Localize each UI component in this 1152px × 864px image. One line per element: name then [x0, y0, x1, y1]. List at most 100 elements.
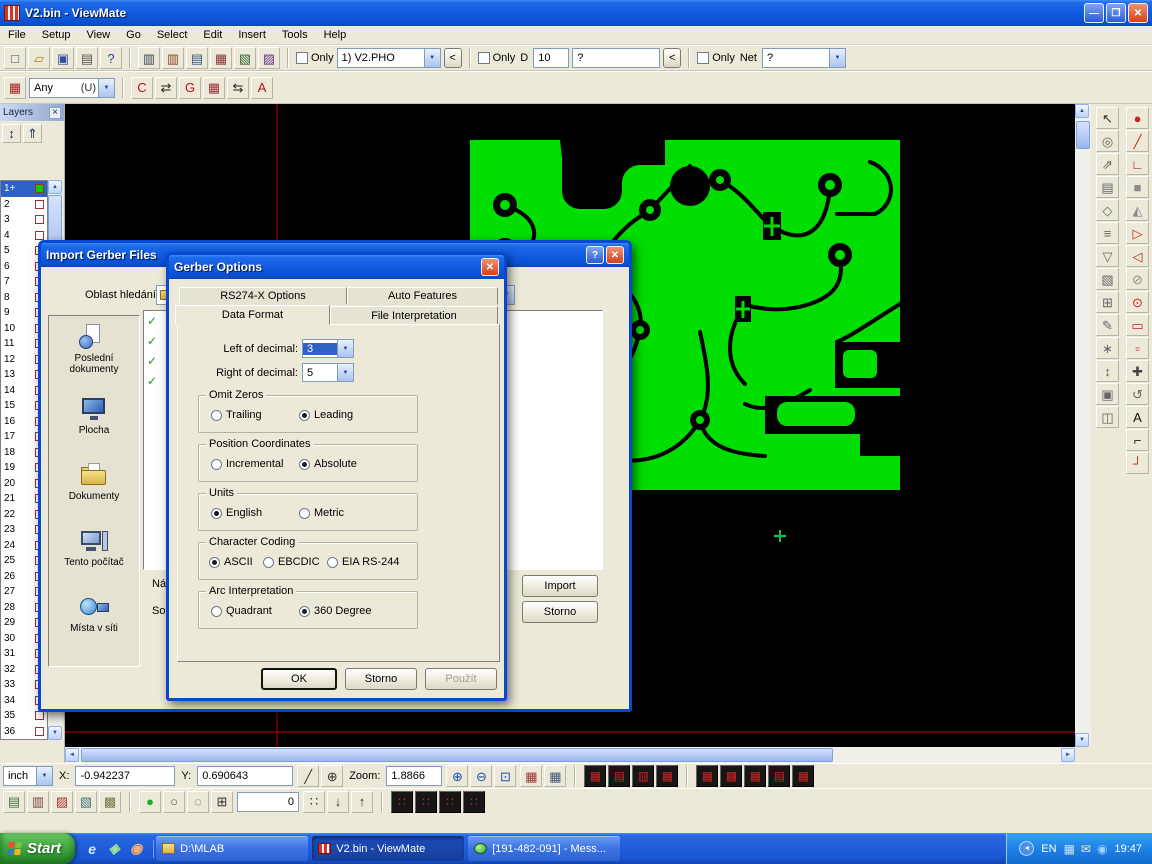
chevron-down-icon[interactable]: ▼	[98, 79, 114, 97]
toolbar-button[interactable]: ▣	[52, 47, 74, 69]
chevron-down-icon[interactable]: ▼	[337, 340, 353, 357]
toolbar-button[interactable]: ∷	[463, 791, 485, 813]
radio-trailing[interactable]: Trailing	[211, 409, 262, 421]
tab-rs274x-options[interactable]: RS274-X Options	[179, 287, 347, 305]
toolbar-button[interactable]: ▤	[608, 765, 630, 787]
canvas-vertical-scrollbar[interactable]: ▲ ▼	[1075, 104, 1091, 747]
selection-filter-button[interactable]: ▦	[4, 77, 26, 99]
toolbar-button[interactable]: ▭	[1126, 314, 1149, 336]
scroll-down-icon[interactable]: ▼	[1075, 733, 1089, 747]
toolbar-button[interactable]: ▦	[210, 47, 232, 69]
toolbar-button[interactable]: ╱	[1126, 130, 1149, 152]
toolbar-button[interactable]: ▨	[258, 47, 280, 69]
tray-icon[interactable]: ◉	[1097, 843, 1107, 855]
place-desktop[interactable]: Plocha	[49, 382, 139, 448]
layer-row[interactable]: 2	[1, 197, 47, 213]
radio-ebcdic[interactable]: EBCDIC	[263, 556, 320, 568]
start-button[interactable]: Start	[0, 833, 75, 864]
toolbar-button[interactable]: □	[4, 47, 26, 69]
radio-ascii[interactable]: ASCII	[209, 556, 253, 568]
toolbar-button[interactable]: ▥	[138, 47, 160, 69]
only-layer-checkbox[interactable]: Only	[296, 52, 334, 64]
tray-icon[interactable]: ✉	[1081, 843, 1091, 855]
toolbar-button[interactable]: ▦	[203, 77, 225, 99]
toolbar-button[interactable]: ◁	[1126, 245, 1149, 267]
radio-icon[interactable]	[209, 557, 220, 568]
canvas-horizontal-scrollbar[interactable]: ◄ ►	[65, 747, 1075, 763]
menu-item[interactable]: File	[0, 27, 34, 43]
scroll-up-icon[interactable]: ▲	[1075, 104, 1089, 118]
prev-dcode-button[interactable]: <	[663, 48, 681, 68]
layer-color-swatch[interactable]	[35, 215, 44, 224]
toolbar-button[interactable]: ▧	[75, 791, 97, 813]
radio-eia-rs244[interactable]: EIA RS-244	[327, 556, 399, 568]
net-combo[interactable]: ? ▼	[762, 48, 846, 68]
toolbar-button[interactable]: ●	[139, 791, 161, 813]
toolbar-button[interactable]: ⌐	[1126, 429, 1149, 451]
scroll-thumb[interactable]	[81, 748, 833, 762]
layer-row[interactable]: 1+	[1, 181, 47, 197]
toolbar-button[interactable]: ■	[1126, 176, 1149, 198]
y-coordinate-field[interactable]: 0.690643	[197, 766, 293, 786]
tab-data-format[interactable]: Data Format	[175, 305, 330, 325]
toolbar-button[interactable]: ▩	[720, 765, 742, 787]
menu-item[interactable]: Insert	[230, 27, 274, 43]
toolbar-button[interactable]: ▤	[1096, 176, 1119, 198]
prev-layer-button[interactable]: <	[444, 48, 462, 68]
radio-metric[interactable]: Metric	[299, 507, 344, 519]
toolbar-button[interactable]: ∟	[1126, 153, 1149, 175]
toolbar-button[interactable]: ▤	[3, 791, 25, 813]
chevron-down-icon[interactable]: ▼	[337, 364, 353, 381]
checkbox-icon[interactable]	[478, 52, 490, 64]
toolbar-button[interactable]: A	[251, 77, 273, 99]
dcode-query-field[interactable]: ?	[572, 48, 660, 68]
radio-icon[interactable]	[299, 410, 310, 421]
toolbar-button[interactable]: ≡	[1096, 222, 1119, 244]
radio-english[interactable]: English	[211, 507, 262, 519]
toolbar-button[interactable]: ▦	[584, 765, 606, 787]
toolbar-button[interactable]: ∗	[1096, 337, 1119, 359]
chevron-down-icon[interactable]: ▼	[36, 767, 52, 785]
chevron-down-icon[interactable]: ▼	[829, 49, 845, 67]
toolbar-button[interactable]: ◌	[187, 791, 209, 813]
toolbar-button[interactable]: ⇑	[23, 124, 42, 143]
toolbar-button[interactable]: ∷	[391, 791, 413, 813]
toolbar-button[interactable]: ▧	[1096, 268, 1119, 290]
radio-quadrant[interactable]: Quadrant	[211, 605, 272, 617]
radio-icon[interactable]	[299, 459, 310, 470]
toolbar-button[interactable]: A	[1126, 406, 1149, 428]
toolbar-button[interactable]: ▦	[520, 765, 542, 787]
language-indicator[interactable]: EN	[1041, 843, 1056, 855]
toolbar-button[interactable]: ⊞	[1096, 291, 1119, 313]
layer-color-swatch[interactable]	[35, 184, 44, 193]
toolbar-button[interactable]: ◭	[1126, 199, 1149, 221]
radio-icon[interactable]	[211, 508, 222, 519]
any-selection-combo[interactable]: Any (U) ▼	[29, 78, 115, 98]
gerber-dialog-titlebar[interactable]: Gerber Options ✕	[169, 255, 504, 279]
toolbar-button[interactable]: ╱	[297, 765, 319, 787]
toolbar-button[interactable]: G	[179, 77, 201, 99]
toolbar-button[interactable]: ⊖	[470, 765, 492, 787]
scroll-right-icon[interactable]: ►	[1061, 748, 1075, 762]
left-decimal-combo[interactable]: 3 ▼	[302, 339, 354, 358]
toolbar-button[interactable]: ▨	[51, 791, 73, 813]
toolbar-button[interactable]: ⇄	[155, 77, 177, 99]
menu-item[interactable]: Tools	[274, 27, 316, 43]
only-net-checkbox[interactable]: Only	[697, 52, 735, 64]
toolbar-button[interactable]: ▦	[744, 765, 766, 787]
import-cancel-button[interactable]: Storno	[522, 601, 598, 623]
toolbar-button[interactable]: ▦	[696, 765, 718, 787]
scroll-thumb[interactable]	[1076, 121, 1090, 149]
menu-item[interactable]: Help	[316, 27, 355, 43]
toolbar-button[interactable]: ▥	[27, 791, 49, 813]
menu-item[interactable]: Go	[118, 27, 149, 43]
taskbar-task-viewmate[interactable]: V2.bin - ViewMate	[312, 836, 464, 861]
units-combo[interactable]: inch ▼	[3, 766, 53, 786]
tray-collapse-icon[interactable]: ◄	[1019, 841, 1034, 856]
dialog-help-button[interactable]: ?	[586, 246, 604, 264]
ok-button[interactable]: OK	[261, 668, 337, 690]
radio-icon[interactable]	[211, 410, 222, 421]
toolbar-button[interactable]: ┘	[1126, 452, 1149, 474]
menu-item[interactable]: Edit	[195, 27, 230, 43]
toolbar-button[interactable]: ∷	[415, 791, 437, 813]
